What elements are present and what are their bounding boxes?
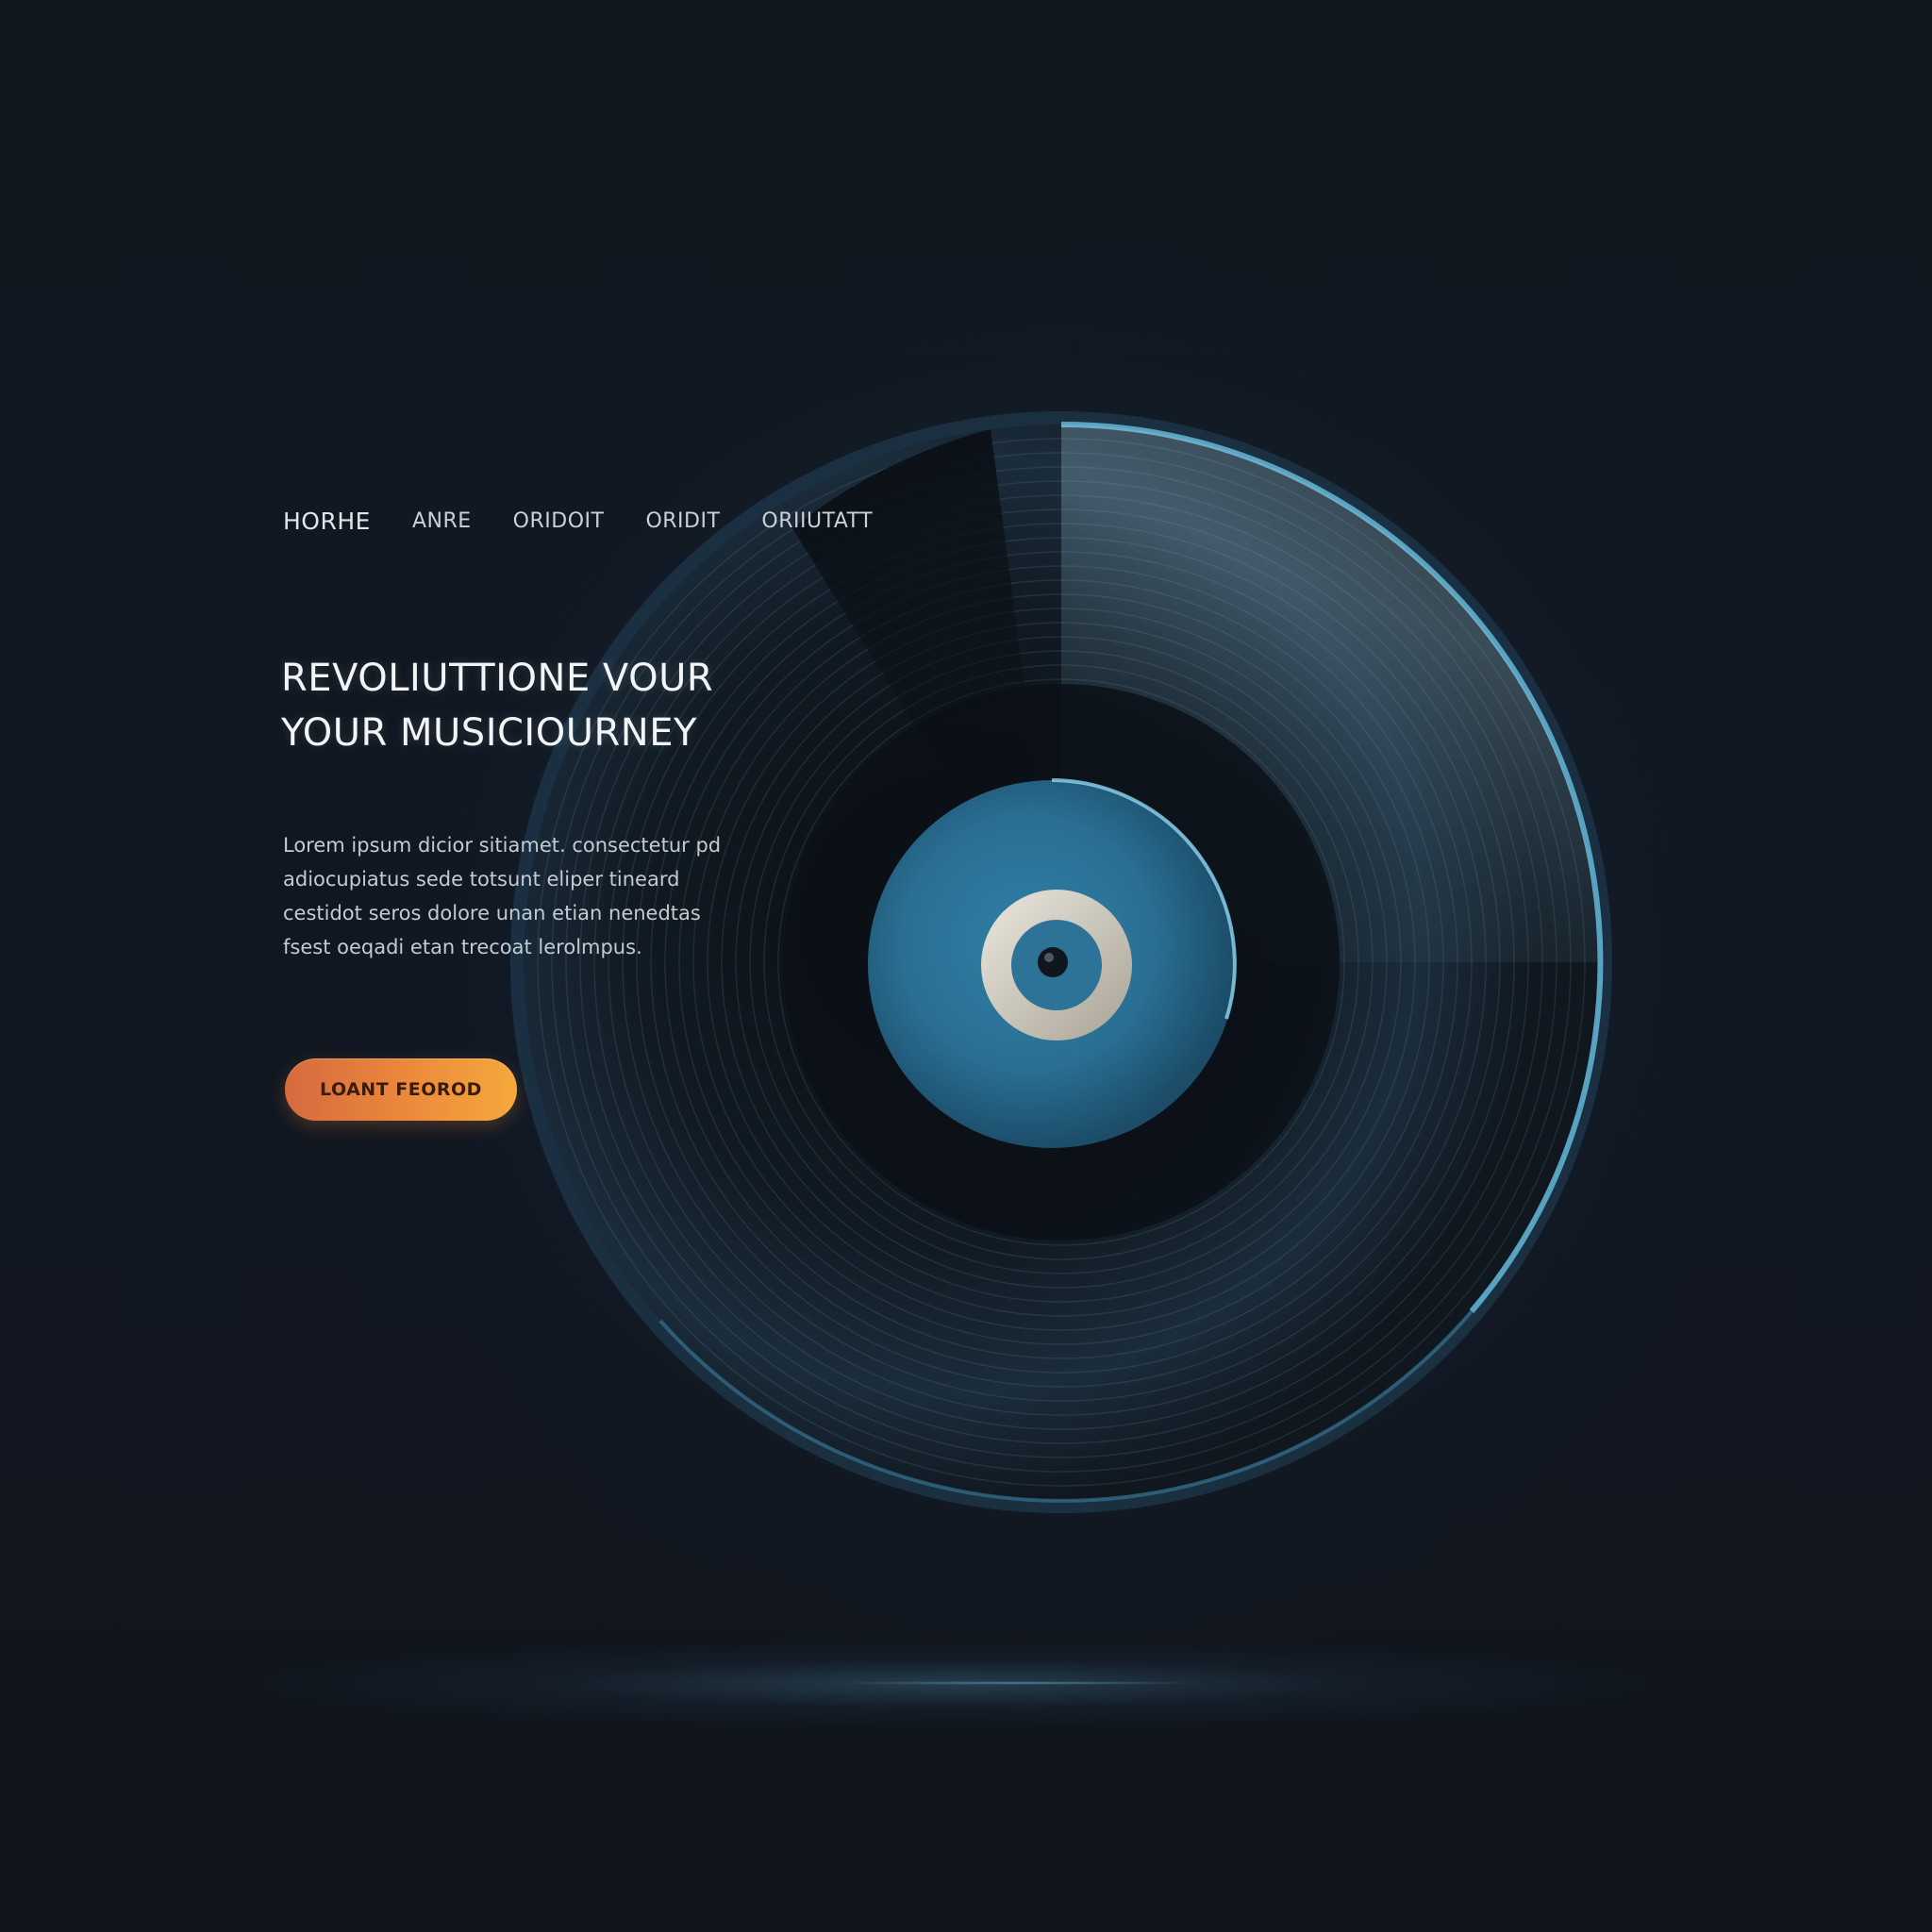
hero-description: Lorem ipsum dicior sitiamet. consectetur… — [283, 834, 722, 958]
nav-link-community[interactable]: ORIDIT — [645, 509, 720, 533]
hero-title-line-1: REVOLIUTTIONE VOUR — [281, 657, 714, 700]
hero-title: REVOLIUTTIONE VOUR YOUR MUSICIOURNEY — [281, 651, 772, 760]
floor-highlight — [830, 1681, 1208, 1685]
cta-button[interactable]: LOANT FEOROD — [285, 1058, 517, 1121]
nav-link-about[interactable]: ANRE — [412, 509, 472, 533]
nav-link-product[interactable]: ORIDOIT — [513, 509, 605, 533]
hero-title-line-2: YOUR MUSICIOURNEY — [281, 711, 697, 755]
landing-page: HORHE ANRE ORIDOIT ORIDIT ORIIUTATT REVO… — [0, 0, 1932, 1932]
nav-link-contact[interactable]: ORIIUTATT — [761, 509, 873, 533]
nav-link-home[interactable]: HORHE — [283, 508, 371, 535]
main-nav: HORHE ANRE ORIDOIT ORIDIT ORIIUTATT — [283, 502, 914, 540]
